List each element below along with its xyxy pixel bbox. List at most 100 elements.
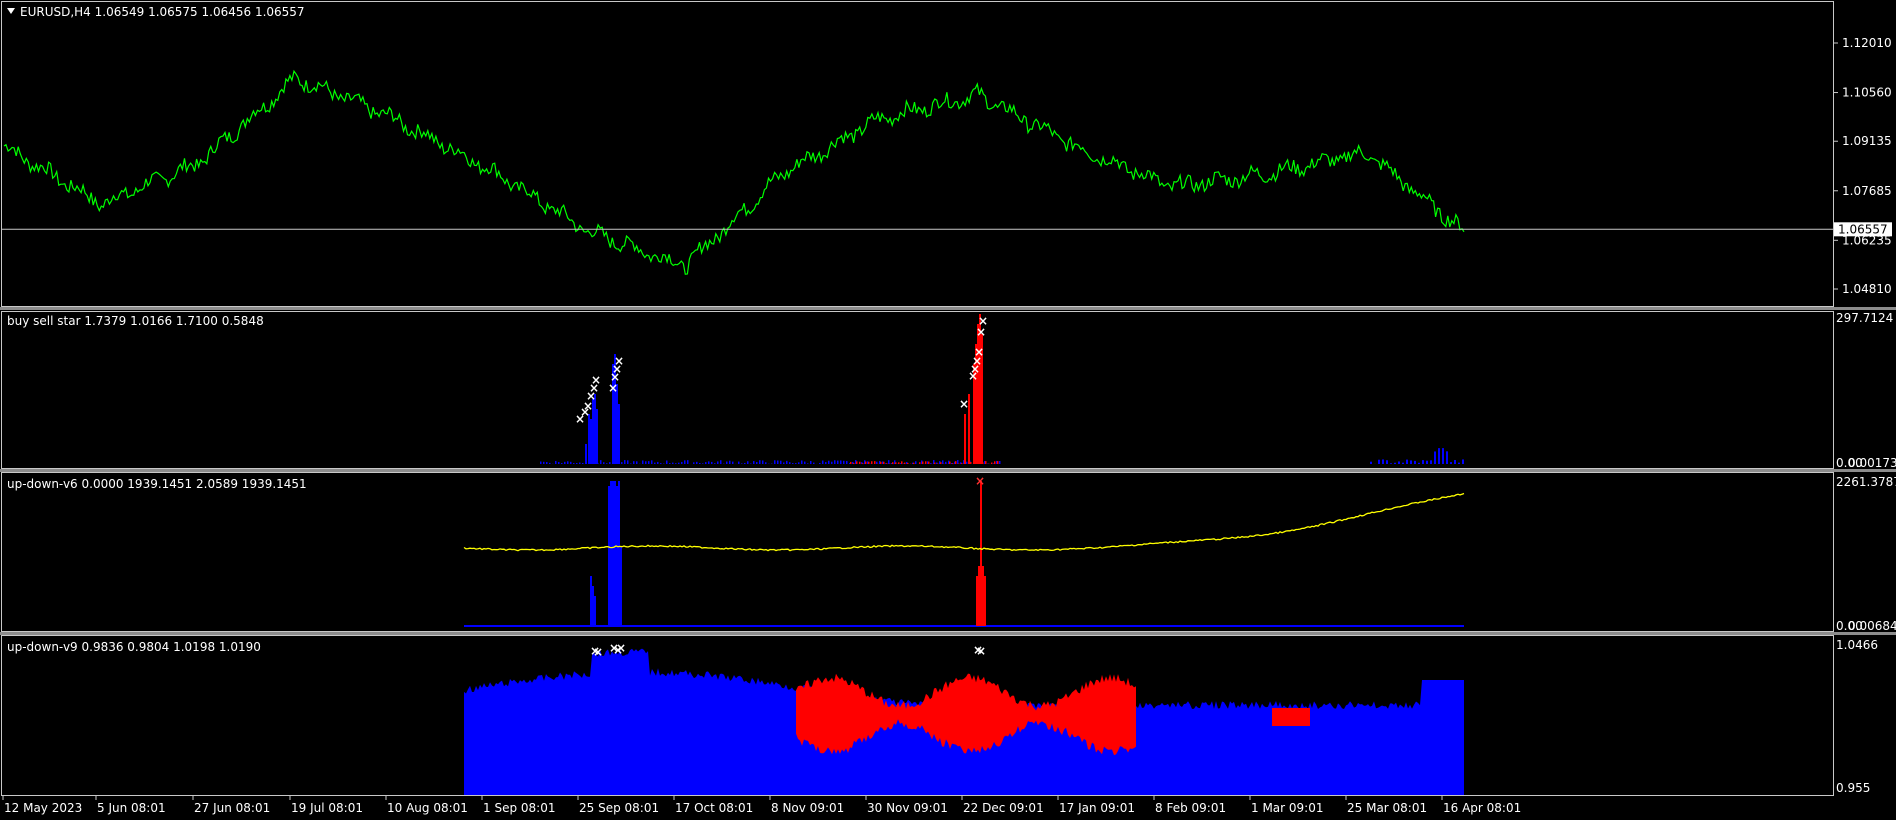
indicator2-scale-bottom: 0.006847 bbox=[1848, 619, 1896, 633]
histogram-bar bbox=[837, 460, 839, 464]
histogram-bar bbox=[922, 461, 924, 464]
histogram-bar bbox=[850, 461, 852, 464]
histogram-bar bbox=[762, 460, 764, 464]
histogram-bar bbox=[1402, 462, 1404, 464]
histogram-bar bbox=[1398, 461, 1400, 464]
price-tick-label: 1.04810 bbox=[1842, 282, 1892, 296]
histogram-bar bbox=[961, 463, 963, 464]
buy-bar bbox=[616, 486, 618, 626]
indicator3-scale-top: 1.0466 bbox=[1836, 638, 1878, 652]
indicator1-scale-top: 297.7124 bbox=[1836, 311, 1893, 325]
histogram-bar bbox=[741, 463, 743, 464]
histogram-bar bbox=[999, 460, 1001, 464]
histogram-bar bbox=[540, 461, 542, 464]
histogram-bar bbox=[732, 461, 734, 464]
histogram-bar bbox=[997, 461, 999, 464]
histogram-bar bbox=[898, 462, 900, 464]
histogram-bar bbox=[1438, 448, 1440, 464]
star-marker: × bbox=[593, 645, 603, 659]
star-marker: × bbox=[959, 397, 969, 411]
histogram-bar bbox=[942, 460, 944, 464]
histogram-bar bbox=[945, 461, 947, 464]
histogram-bar bbox=[600, 460, 602, 464]
sell-bar bbox=[984, 576, 986, 626]
time-tick-label: 27 Jun 08:01 bbox=[194, 801, 270, 815]
histogram-bar bbox=[888, 460, 890, 464]
histogram-bar bbox=[819, 462, 821, 464]
buy-bar bbox=[596, 409, 598, 464]
histogram-bar bbox=[747, 461, 749, 464]
histogram-bar bbox=[645, 461, 647, 464]
price-tick-label: 1.07685 bbox=[1842, 184, 1892, 198]
histogram-bar bbox=[994, 461, 996, 464]
histogram-bar bbox=[759, 460, 761, 464]
time-axis: 12 May 2023 5 Jun 08:01 27 Jun 08:01 19 Jul… bbox=[2, 796, 1521, 815]
time-tick-label: 22 Dec 09:01 bbox=[963, 801, 1044, 815]
histogram-bar bbox=[840, 460, 842, 464]
histogram-bar bbox=[1378, 459, 1380, 464]
buy-bar bbox=[612, 481, 614, 626]
buy-bar bbox=[608, 486, 610, 626]
time-tick-label: 16 Apr 08:01 bbox=[1443, 801, 1521, 815]
histogram-bar bbox=[684, 460, 686, 464]
histogram-bar bbox=[717, 461, 719, 464]
histogram-bar bbox=[555, 460, 557, 464]
histogram-bar bbox=[1390, 463, 1392, 464]
histogram-bar bbox=[1454, 460, 1456, 464]
histogram-bar bbox=[624, 460, 626, 464]
histogram-bar bbox=[558, 462, 560, 464]
buy-sell-star-pane[interactable] bbox=[1, 311, 1834, 469]
histogram-bar bbox=[871, 461, 873, 464]
histogram-bar bbox=[702, 463, 704, 464]
star-marker: × bbox=[974, 345, 984, 359]
histogram-bar bbox=[1414, 460, 1416, 464]
histogram-bar bbox=[1426, 460, 1428, 464]
pane-separator[interactable] bbox=[0, 632, 1896, 635]
histogram-bar bbox=[774, 460, 776, 464]
histogram-bar bbox=[687, 460, 689, 464]
histogram-bar bbox=[822, 460, 824, 464]
histogram-bar bbox=[949, 461, 951, 464]
star-marker: × bbox=[978, 314, 988, 328]
histogram-bar bbox=[753, 461, 755, 464]
sell-bar bbox=[982, 566, 984, 626]
histogram-bar bbox=[876, 461, 878, 464]
time-tick-label: 17 Jan 09:01 bbox=[1059, 801, 1135, 815]
histogram-bar bbox=[925, 461, 927, 464]
histogram-bar bbox=[795, 463, 797, 464]
up-down-v6-pane[interactable] bbox=[1, 472, 1834, 632]
histogram-bar bbox=[609, 462, 611, 464]
buy-bar bbox=[594, 596, 596, 626]
histogram-bar bbox=[738, 461, 740, 464]
histogram-bar bbox=[1418, 462, 1420, 464]
time-tick-label: 10 Aug 08:01 bbox=[387, 801, 468, 815]
buy-bar bbox=[592, 586, 594, 626]
histogram-bar bbox=[1406, 459, 1408, 464]
histogram-bar bbox=[1422, 460, 1424, 464]
pane-separator[interactable] bbox=[0, 469, 1896, 472]
histogram-bar bbox=[744, 462, 746, 464]
indicator1-scale-bottom: 0.001731 bbox=[1848, 456, 1896, 470]
trading-chart[interactable]: ××××××××××××××××× × ×× ××× ×× 1.120101.105… bbox=[0, 0, 1896, 820]
histogram-bar bbox=[696, 461, 698, 464]
histogram-bar bbox=[801, 460, 803, 464]
buy-bar bbox=[618, 404, 620, 464]
buy-bar bbox=[616, 384, 618, 464]
histogram-bar bbox=[672, 462, 674, 464]
histogram-bar bbox=[940, 462, 942, 464]
histogram-bar bbox=[570, 461, 572, 464]
histogram-bar bbox=[708, 461, 710, 464]
buy-bar bbox=[620, 546, 622, 626]
price-pane[interactable] bbox=[1, 1, 1834, 307]
sell-bar bbox=[978, 566, 980, 626]
histogram-bar bbox=[648, 461, 650, 464]
histogram-bar bbox=[1394, 462, 1396, 464]
histogram-bar bbox=[561, 463, 563, 464]
star-marker: × bbox=[614, 354, 624, 368]
histogram-bar bbox=[699, 463, 701, 464]
price-tick-label: 1.10560 bbox=[1842, 86, 1892, 100]
histogram-bar bbox=[1430, 460, 1432, 464]
pane-separator[interactable] bbox=[0, 307, 1896, 310]
histogram-bar bbox=[798, 462, 800, 464]
histogram-bar bbox=[789, 462, 791, 464]
